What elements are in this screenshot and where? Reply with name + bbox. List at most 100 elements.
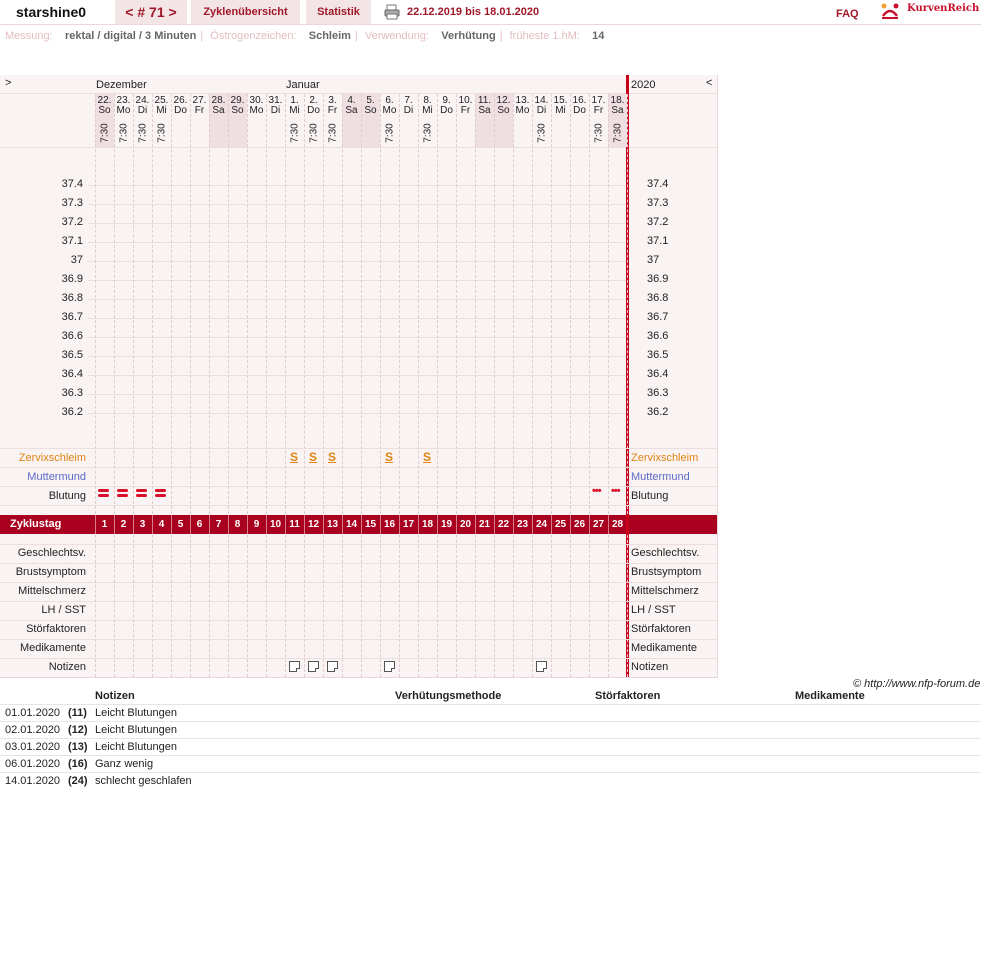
row-label-right: Störfaktoren <box>631 623 691 635</box>
notes-table-row: 03.01.2020 (13) Leicht Blutungen <box>0 738 981 756</box>
day-weekday: Fr <box>327 105 338 116</box>
cycle-day-number: 24 <box>535 519 548 530</box>
next-cycle-arrow[interactable]: < <box>706 77 712 89</box>
cycle-day-divider <box>494 515 495 534</box>
day-weekday: So <box>231 105 244 116</box>
note-icon[interactable] <box>384 661 395 672</box>
tab-statistik[interactable]: Statistik <box>306 0 371 24</box>
note-icon[interactable] <box>308 661 319 672</box>
day-weekday: So <box>98 105 111 116</box>
temperature-label: 37.3 <box>61 197 83 209</box>
cycle-day-number: 25 <box>554 519 567 530</box>
verwendung-label: Verwendung: <box>364 30 430 42</box>
temperature-gridline <box>88 242 626 243</box>
bleeding-strong-mark <box>136 494 147 497</box>
day-gridline <box>285 535 286 677</box>
row-label-right: Brustsymptom <box>631 566 702 578</box>
note-icon[interactable] <box>536 661 547 672</box>
cycle-day-divider <box>380 515 381 534</box>
row-label-blutung-right: Blutung <box>631 490 669 502</box>
day-gridline <box>190 94 191 514</box>
day-gridline <box>513 94 514 514</box>
measurement-time-text: 7:30 <box>118 123 129 143</box>
measurement-info: Messung: rektal / digital / 3 Minuten | Ö… <box>5 30 604 42</box>
cycle-day-number: 22 <box>497 519 510 530</box>
cycle-day-divider <box>323 515 324 534</box>
day-gridline <box>456 94 457 514</box>
temperature-label: 37.2 <box>61 216 83 228</box>
column-header-stoerfaktoren: Störfaktoren <box>595 690 661 702</box>
day-gridline <box>95 94 96 514</box>
temperature-label: 36.5 <box>61 349 83 361</box>
notes-table-row: 06.01.2020 (16) Ganz wenig <box>0 755 981 773</box>
cycle-day-number: 18 <box>421 519 434 530</box>
day-gridline <box>589 94 590 514</box>
cycle-day-divider <box>608 515 609 534</box>
cycle-day-number: 2 <box>120 519 127 530</box>
row-label-zervixschleim: Zervixschleim <box>18 452 86 464</box>
day-gridline <box>418 535 419 677</box>
day-weekday: Fr <box>460 105 471 116</box>
measurement-time: 7:30 <box>380 123 399 143</box>
row-label-right: Notizen <box>631 661 669 673</box>
note-icon[interactable] <box>289 661 300 672</box>
bleeding-strong-mark <box>136 489 147 492</box>
day-gridline <box>380 535 381 677</box>
day-gridline <box>437 94 438 514</box>
cycle-day-number: 17 <box>402 519 415 530</box>
row-label-right: LH / SST <box>631 604 676 616</box>
bleeding-strong-mark <box>155 494 166 497</box>
cycle-day-divider <box>513 515 514 534</box>
date-range: 22.12.2019 bis 18.01.2020 <box>407 6 540 18</box>
cycle-day-number: 28 <box>611 519 624 530</box>
note-text: Leicht Blutungen <box>95 707 177 719</box>
row-label: Brustsymptom <box>15 566 86 578</box>
cycle-day-number: 23 <box>516 519 529 530</box>
temperature-label-right: 36.7 <box>647 311 669 323</box>
printer-icon[interactable] <box>384 4 400 20</box>
cycle-chart: > Dezember Januar 2020 < Zervixschleim Z… <box>0 75 718 678</box>
day-gridline <box>475 94 476 514</box>
notes-table-row: 02.01.2020 (12) Leicht Blutungen <box>0 721 981 739</box>
cycle-day-number: 10 <box>269 519 282 530</box>
day-weekday: Fr <box>593 105 604 116</box>
day-weekday: Do <box>307 105 320 116</box>
cycle-day-number: 9 <box>253 519 260 530</box>
day-gridline <box>209 535 210 677</box>
previous-cycle-arrow[interactable]: > <box>5 77 11 89</box>
notes-table-row: 14.01.2020 (24) schlecht geschlafen <box>0 772 981 790</box>
cycle-day-divider <box>456 515 457 534</box>
day-gridline <box>114 535 115 677</box>
zyklustag-bar: Zyklustag 1 2 3 4 5 6 7 8 9 10 11 12 13 14 15 16 17 18 19 2… <box>0 515 717 534</box>
temperature-gridline <box>88 394 626 395</box>
day-weekday: Di <box>137 105 148 116</box>
cycle-day-divider <box>361 515 362 534</box>
cycle-day-number: 11 <box>289 519 300 530</box>
day-gridline <box>133 535 134 677</box>
oestrogen-value: Schleim <box>308 30 351 42</box>
temperature-label-right: 36.6 <box>647 330 669 342</box>
tab-zyklenuebersicht[interactable]: Zyklenübersicht <box>191 0 300 24</box>
measurement-time-text: 7:30 <box>289 123 300 143</box>
kurvenreich-logo-icon[interactable] <box>880 2 900 20</box>
measurement-time: 7:30 <box>532 123 551 143</box>
cycle-navigation[interactable]: < # 71 > <box>115 0 187 24</box>
note-icon[interactable] <box>327 661 338 672</box>
schleim-symbol: S <box>385 450 394 464</box>
schleim-symbol: S <box>309 450 318 464</box>
cycle-day-number: 26 <box>573 519 586 530</box>
faq-link[interactable]: FAQ <box>836 2 859 26</box>
row-divider <box>0 582 717 583</box>
day-gridline <box>171 94 172 514</box>
note-cycle-day: (12) <box>68 724 88 736</box>
row-divider <box>0 505 717 506</box>
row-label: Notizen <box>48 661 86 673</box>
bleeding-strong-mark <box>98 489 109 492</box>
oestrogen-label: Östrogenzeichen: <box>210 30 297 42</box>
brand-name[interactable]: KurvenReich <box>907 0 979 21</box>
measurement-time: 7:30 <box>323 123 342 143</box>
day-gridline <box>209 94 210 514</box>
note-cycle-day: (13) <box>68 741 88 753</box>
day-gridline <box>152 94 153 514</box>
temperature-label-right: 37.4 <box>647 178 669 190</box>
